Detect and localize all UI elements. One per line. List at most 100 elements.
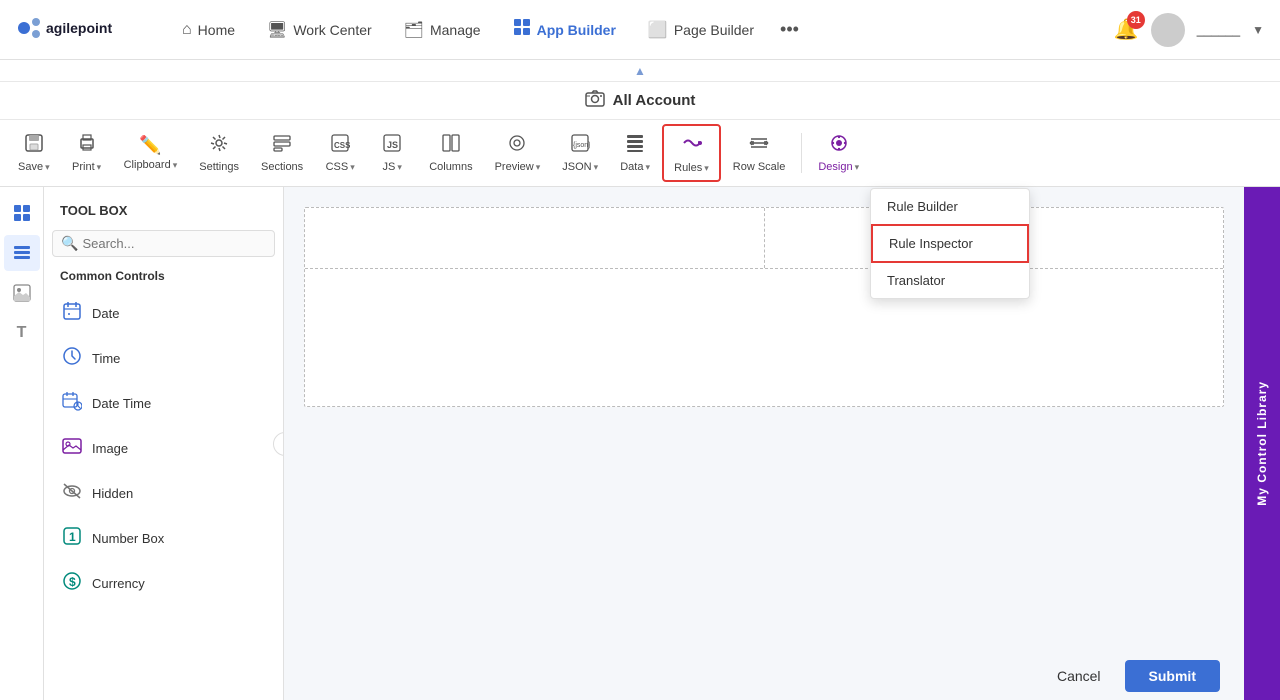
- toolbar: Save ▾ Print ▾ ✏️ Clipboard ▾ Settings S…: [0, 120, 1280, 187]
- number-box-label: Number Box: [92, 531, 164, 546]
- svg-text:agilepoint: agilepoint: [46, 20, 112, 36]
- notification-button[interactable]: 🔔 31: [1114, 17, 1139, 42]
- camera-icon: [585, 88, 605, 113]
- print-icon: [77, 133, 97, 158]
- print-label: Print: [72, 161, 95, 173]
- image-tool[interactable]: Image: [52, 430, 275, 467]
- image-panel-button[interactable]: [4, 275, 40, 311]
- js-button[interactable]: JS JS ▾: [367, 127, 417, 179]
- svg-text:$: $: [69, 575, 76, 589]
- data-icon: [625, 133, 645, 158]
- common-controls-title: Common Controls: [52, 265, 275, 287]
- toolbox-panel: TOOL BOX 🔍 Common Controls Date Time Dat…: [44, 187, 284, 700]
- nav-page-builder-label: Page Builder: [674, 22, 754, 38]
- collapse-bar[interactable]: ▲: [0, 60, 1280, 82]
- css-icon: CSS: [330, 133, 350, 158]
- design-caret-icon: ▾: [855, 162, 860, 173]
- canvas-inner: [304, 207, 1224, 407]
- svg-text:JS: JS: [387, 140, 398, 150]
- number-box-tool[interactable]: 1 Number Box: [52, 520, 275, 557]
- account-title: All Account: [613, 92, 696, 109]
- rule-builder-item[interactable]: Rule Builder: [871, 189, 1029, 224]
- settings-label: Settings: [199, 161, 239, 173]
- preview-caret-icon: ▾: [536, 162, 541, 173]
- design-icon: [829, 133, 849, 158]
- list-view-button[interactable]: [4, 235, 40, 271]
- number-box-icon: 1: [60, 526, 84, 551]
- search-icon: 🔍: [61, 235, 78, 252]
- save-label: Save: [18, 161, 43, 173]
- json-label: JSON: [562, 161, 591, 173]
- print-button[interactable]: Print ▾: [62, 127, 112, 179]
- notification-badge: 31: [1127, 11, 1145, 29]
- time-tool[interactable]: Time: [52, 340, 275, 377]
- nav-work-center[interactable]: 🖥 Work Center: [253, 12, 386, 48]
- date-icon: [60, 301, 84, 326]
- toolbar-divider: [801, 133, 802, 173]
- columns-icon: [441, 133, 461, 158]
- user-name: ______: [1197, 22, 1240, 37]
- currency-tool[interactable]: $ Currency: [52, 565, 275, 602]
- data-button[interactable]: Data ▾: [610, 127, 660, 179]
- json-button[interactable]: {json} JSON ▾: [552, 127, 608, 179]
- save-button[interactable]: Save ▾: [8, 127, 60, 179]
- nav-manage[interactable]: 🗂 Manage: [390, 12, 495, 48]
- canvas-cell-1[interactable]: [305, 208, 765, 268]
- grid-view-button[interactable]: [4, 195, 40, 231]
- nav-work-center-label: Work Center: [293, 22, 371, 38]
- row-scale-button[interactable]: Row Scale: [723, 127, 796, 179]
- nav-app-builder[interactable]: App Builder: [499, 10, 630, 49]
- date-tool[interactable]: Date: [52, 295, 275, 332]
- datetime-tool[interactable]: Date Time: [52, 385, 275, 422]
- settings-icon: [209, 133, 229, 158]
- json-caret-icon: ▾: [594, 162, 599, 173]
- collapse-chevron-icon: ▲: [634, 64, 646, 78]
- more-button[interactable]: •••: [772, 15, 807, 44]
- css-caret-icon: ▾: [350, 162, 355, 173]
- css-label: CSS: [326, 161, 349, 173]
- print-caret-icon: ▾: [97, 162, 102, 173]
- css-button[interactable]: CSS CSS ▾: [315, 127, 365, 179]
- sections-button[interactable]: Sections: [251, 127, 313, 179]
- submit-button[interactable]: Submit: [1125, 660, 1220, 692]
- logo: agilepoint: [16, 12, 136, 47]
- canvas-area: Cancel Submit: [284, 187, 1244, 700]
- datetime-label: Date Time: [92, 396, 151, 411]
- time-icon: [60, 346, 84, 371]
- rule-inspector-item[interactable]: Rule Inspector: [871, 224, 1029, 263]
- cancel-button[interactable]: Cancel: [1045, 662, 1113, 690]
- row-scale-icon: [749, 133, 769, 158]
- date-label: Date: [92, 306, 119, 321]
- footer-bar: Cancel Submit: [284, 652, 1244, 700]
- columns-label: Columns: [429, 161, 472, 173]
- avatar: [1151, 13, 1185, 47]
- nav-home[interactable]: ⌂ Home: [168, 13, 249, 47]
- hidden-tool[interactable]: Hidden: [52, 475, 275, 512]
- design-button[interactable]: Design ▾: [808, 127, 869, 179]
- row-scale-label: Row Scale: [733, 161, 786, 173]
- page-builder-icon: ⬜: [648, 20, 668, 40]
- settings-button[interactable]: Settings: [189, 127, 249, 179]
- preview-icon: [507, 133, 527, 158]
- left-icon-strip: T: [0, 187, 44, 700]
- search-input[interactable]: [82, 236, 266, 251]
- right-panel-label: My Control Library: [1255, 381, 1269, 506]
- image-icon: [60, 436, 84, 461]
- preview-button[interactable]: Preview ▾: [485, 127, 551, 179]
- svg-text:1: 1: [69, 530, 76, 544]
- nav-page-builder[interactable]: ⬜ Page Builder: [634, 12, 768, 48]
- clipboard-button[interactable]: ✏️ Clipboard ▾: [114, 129, 188, 177]
- top-navigation: agilepoint ⌂ Home 🖥 Work Center 🗂 Manage: [0, 0, 1280, 60]
- js-label: JS: [383, 161, 396, 173]
- nav-app-builder-label: App Builder: [537, 22, 616, 38]
- search-box: 🔍: [52, 230, 275, 257]
- rules-button[interactable]: Rules ▾: [662, 124, 721, 182]
- home-icon: ⌂: [182, 21, 192, 39]
- main-navigation: ⌂ Home 🖥 Work Center 🗂 Manage App Builde…: [168, 10, 1114, 49]
- translator-item[interactable]: Translator: [871, 263, 1029, 298]
- my-control-library-panel[interactable]: My Control Library: [1244, 187, 1280, 700]
- currency-icon: $: [60, 571, 84, 596]
- text-panel-button[interactable]: T: [4, 315, 40, 351]
- design-label: Design: [818, 161, 852, 173]
- columns-button[interactable]: Columns: [419, 127, 482, 179]
